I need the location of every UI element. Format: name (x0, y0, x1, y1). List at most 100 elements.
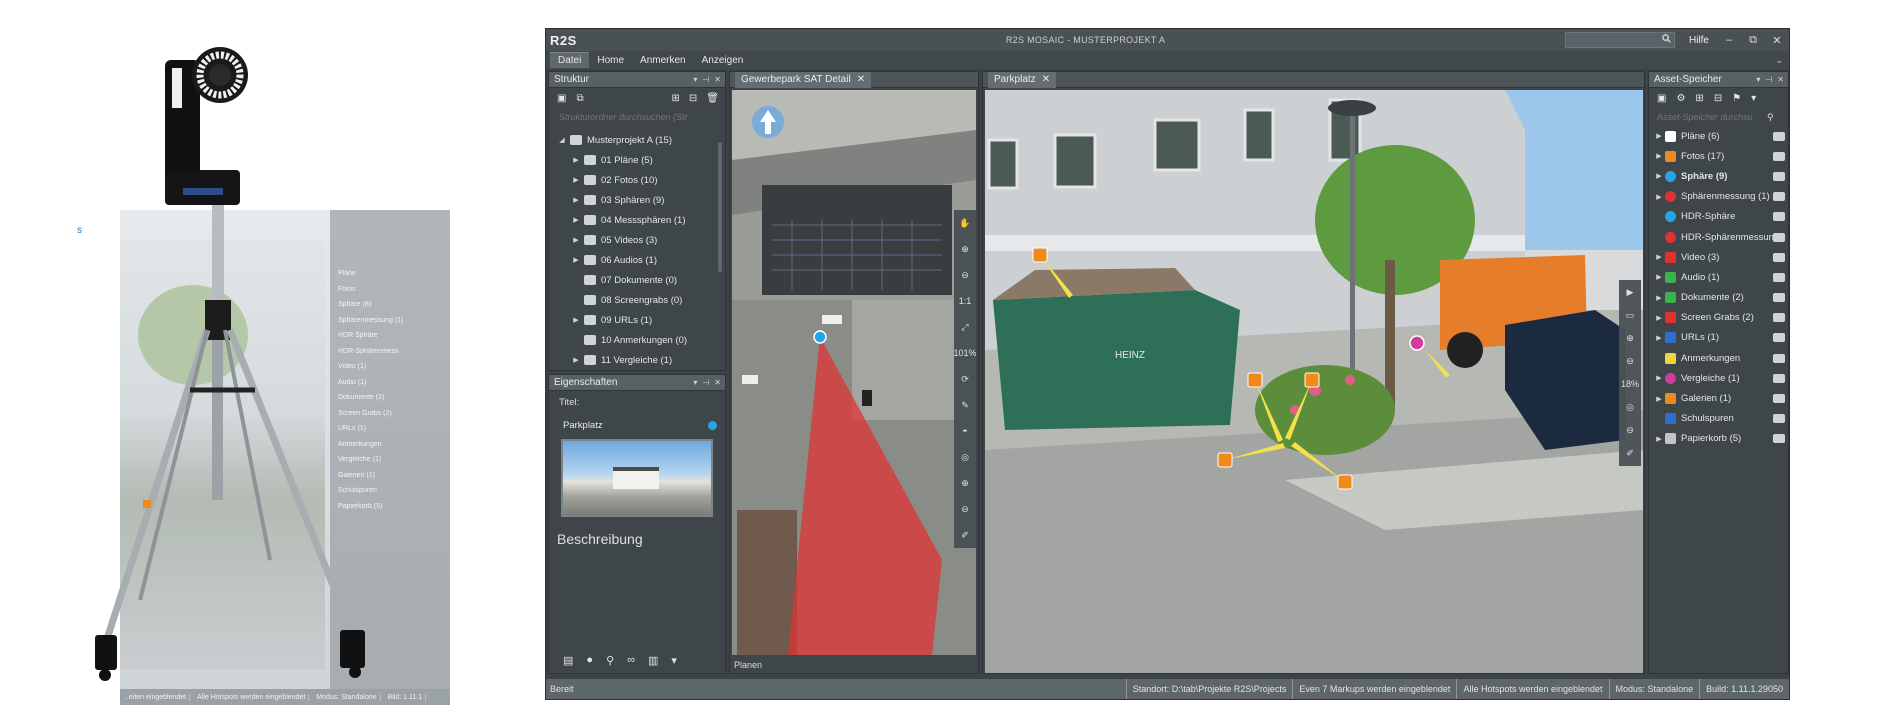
expand-arrow-icon[interactable]: ▶ (571, 176, 581, 184)
expand-arrow-icon[interactable]: ▶ (571, 316, 581, 324)
panel-close-icon[interactable]: ✕ (1777, 75, 1784, 84)
link-icon[interactable]: ∞ (627, 654, 635, 666)
search-icon[interactable]: ⚲ (1767, 112, 1774, 123)
global-search-input[interactable] (1571, 33, 1662, 47)
structure-tree-item[interactable]: ▶ 03 Sphären (9) (549, 190, 725, 210)
pin-icon[interactable]: ⊣ (1765, 75, 1772, 84)
minimize-icon[interactable]: – (1717, 34, 1741, 46)
structure-tree-item[interactable]: 07 Dokumente (0) (549, 270, 725, 290)
asset-item[interactable]: ▶ Screen Grabs (2) (1649, 308, 1788, 328)
structure-tree-item[interactable]: ▶ 11 Vergleiche (1) (549, 350, 725, 370)
asset-item[interactable]: HDR-Sphärenmessung (1649, 227, 1788, 247)
expand-all-icon[interactable]: ⊞ (672, 93, 680, 104)
tab-close-icon[interactable]: ✕ (857, 72, 865, 88)
dropdown-icon[interactable]: ▾ (1751, 93, 1756, 104)
visibility-toggle-icon[interactable] (1773, 293, 1785, 303)
folder-settings-icon[interactable]: ⧉ (576, 93, 583, 104)
expand-arrow-icon[interactable]: ▶ (1653, 395, 1665, 403)
zoom-out-small-icon[interactable]: ⊖ (961, 501, 969, 517)
asset-item[interactable]: ▶ Audio (1) (1649, 267, 1788, 287)
edit-icon[interactable]: ✐ (1626, 446, 1634, 461)
pin-icon[interactable]: ⊣ (702, 378, 709, 387)
expand-arrow-icon[interactable]: ▶ (1653, 193, 1665, 201)
rotate-icon[interactable]: ⟳ (961, 371, 969, 387)
expand-arrow-icon[interactable]: ▶ (1653, 334, 1665, 342)
asset-item[interactable]: ▶ URLs (1) (1649, 328, 1788, 348)
edit-icon[interactable]: ✐ (961, 527, 969, 543)
expand-arrow-icon[interactable]: ▶ (571, 256, 581, 264)
asset-item[interactable]: HDR-Sphäre (1649, 207, 1788, 227)
aerial-map[interactable]: ✋ ⊕ ⊖ 1:1 ⤢ 101% ⟳ ✎ ◓ ◎ ⊕ ⊖ ✐ (732, 90, 976, 655)
asset-search-input[interactable] (1657, 112, 1767, 122)
fit-icon[interactable]: ⤢ (961, 319, 968, 335)
collapse-all-icon[interactable]: ⊟ (689, 93, 697, 104)
zoom-in-icon[interactable]: ⊕ (1626, 331, 1634, 346)
structure-filter[interactable] (549, 108, 725, 126)
visibility-toggle-icon[interactable] (1773, 313, 1785, 323)
collapse-all-icon[interactable]: ⊟ (1714, 93, 1722, 104)
visibility-toggle-icon[interactable] (1773, 434, 1785, 444)
asset-item[interactable]: ▶ Fotos (17) (1649, 146, 1788, 166)
restore-icon[interactable]: ⧉ (1741, 34, 1765, 47)
menu-home[interactable]: Home (589, 53, 632, 68)
panel-close-icon[interactable]: ✕ (714, 378, 721, 387)
calendar-icon[interactable]: ▤ (563, 654, 573, 667)
visibility-toggle-icon[interactable] (1773, 151, 1785, 161)
help-button[interactable]: Hilfe (1681, 35, 1717, 46)
structure-tree-item[interactable]: ▶ 05 Videos (3) (549, 230, 725, 250)
visibility-toggle-icon[interactable] (1773, 414, 1785, 424)
actual-size-button[interactable]: 1:1 (959, 293, 972, 309)
expand-arrow-icon[interactable]: ▶ (571, 356, 581, 364)
expand-all-icon[interactable]: ⊞ (1695, 93, 1703, 104)
document-icon[interactable]: ▥ (648, 654, 658, 667)
expand-arrow-icon[interactable]: ▶ (1653, 152, 1665, 160)
user-icon[interactable]: ● (586, 654, 593, 666)
structure-tree-item[interactable]: 10 Anmerkungen (0) (549, 330, 725, 350)
expand-arrow-icon[interactable]: ◢ (557, 136, 567, 144)
global-search[interactable] (1564, 32, 1675, 48)
asset-item[interactable]: Anmerkungen (1649, 348, 1788, 368)
asset-filter[interactable]: ⚲ (1649, 108, 1788, 126)
visibility-toggle-icon[interactable] (1773, 394, 1785, 404)
expand-arrow-icon[interactable]: ▶ (1653, 273, 1665, 281)
menu-datei[interactable]: Datei (550, 52, 590, 68)
zoom-in-small-icon[interactable]: ⊕ (961, 475, 969, 491)
more-icon[interactable]: ▾ (671, 654, 677, 667)
structure-scrollbar[interactable] (718, 142, 722, 272)
panel-menu-icon[interactable]: ▾ (1756, 75, 1760, 84)
target-icon[interactable]: ◎ (1626, 400, 1634, 415)
visibility-toggle-icon[interactable] (1773, 353, 1785, 363)
fullscreen-icon[interactable]: ▶ (1627, 285, 1634, 300)
zoom-in-icon[interactable]: ⊕ (961, 241, 969, 257)
tab-close-icon[interactable]: ✕ (1042, 72, 1050, 88)
delete-icon[interactable]: 🗑 (706, 93, 719, 104)
measure-icon[interactable]: ✎ (961, 397, 969, 413)
structure-tree-item[interactable]: ▶ 02 Fotos (10) (549, 170, 725, 190)
import-icon[interactable]: ▣ (1657, 93, 1666, 104)
asset-item[interactable]: ▶ Galerien (1) (1649, 388, 1788, 408)
menu-anzeigen[interactable]: Anzeigen (694, 53, 752, 68)
structure-tree-item[interactable]: ▶ 06 Audios (1) (549, 250, 725, 270)
visibility-toggle-icon[interactable] (1773, 232, 1785, 242)
menu-anmerken[interactable]: Anmerken (632, 53, 694, 68)
zoom-out-icon[interactable]: ⊖ (1626, 354, 1634, 369)
search-icon[interactable] (1662, 34, 1671, 46)
expand-arrow-icon[interactable]: ▶ (1653, 374, 1665, 382)
zoom-out-icon[interactable]: ⊖ (961, 267, 969, 283)
structure-search-input[interactable] (559, 112, 709, 122)
structure-tree-item[interactable]: 08 Screengrabs (0) (549, 290, 725, 310)
expand-arrow-icon[interactable]: ▶ (1653, 253, 1665, 261)
structure-tree-item[interactable]: ▶ 01 Pläne (5) (549, 150, 725, 170)
tab-gewerbepark[interactable]: Gewerbepark SAT Detail ✕ (735, 71, 872, 88)
pan-icon[interactable]: ✋ (959, 215, 970, 231)
expand-arrow-icon[interactable]: ▶ (1653, 435, 1665, 443)
panel-menu-icon[interactable]: ▾ (693, 75, 697, 84)
expand-arrow-icon[interactable]: ▶ (571, 156, 581, 164)
asset-item[interactable]: ▶ Video (3) (1649, 247, 1788, 267)
pin-icon[interactable]: ⊣ (702, 75, 709, 84)
settings-icon[interactable]: ⚙ (1676, 93, 1685, 104)
asset-item[interactable]: ▶ Sphäre (9) (1649, 166, 1788, 186)
close-icon[interactable]: ✕ (1765, 34, 1789, 47)
panel-menu-icon[interactable]: ▾ (693, 378, 697, 387)
visibility-toggle-icon[interactable] (1773, 171, 1785, 181)
